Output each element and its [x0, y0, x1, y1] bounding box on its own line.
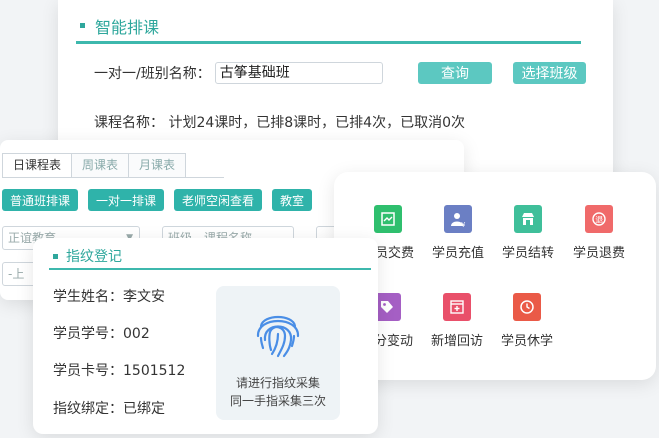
student-transfer-action[interactable]: 学员结转	[492, 205, 564, 261]
student-id-value: 002	[123, 326, 150, 342]
fingerprint-hint-line1: 请进行指纹采集	[235, 376, 320, 390]
one-on-one-schedule-button[interactable]: 一对一排课	[88, 189, 165, 211]
class-name-label: 一对一/班别名称：	[94, 66, 211, 82]
teacher-free-time-button[interactable]: 老师空闲查看	[174, 189, 263, 211]
fingerprint-binding-label: 指纹绑定：	[53, 401, 123, 417]
fingerprint-registration-card: 指纹登记 学生姓名：李文安 学员学号：002 学员卡号：1501512 指纹绑定…	[33, 238, 378, 434]
tab-monthly[interactable]: 月课表	[128, 153, 187, 177]
recharge-icon: ¥	[444, 205, 472, 233]
query-button[interactable]: 查询	[418, 62, 492, 84]
smart-schedule-header: 智能排课	[76, 10, 581, 44]
suspend-icon	[513, 293, 541, 321]
svg-text:退: 退	[595, 215, 603, 224]
student-card-value: 1501512	[123, 363, 186, 379]
tab-daily[interactable]: 日课程表	[2, 153, 73, 177]
student-actions-card: 学员交费 ¥ 学员充值 学员结转 退 学员退费 积分变动 新增回访 学员休学	[334, 172, 656, 380]
fingerprint-icon	[256, 315, 300, 358]
student-recharge-label: 学员充值	[431, 246, 484, 261]
student-card-label: 学员卡号：	[53, 363, 123, 379]
smart-schedule-title: 智能排课	[95, 17, 160, 37]
student-id-field: 学员学号：002	[53, 323, 150, 343]
regular-class-schedule-button[interactable]: 普通班排课	[2, 189, 79, 211]
add-revisit-action[interactable]: 新增回访	[421, 293, 493, 349]
student-name-label: 学生姓名：	[53, 289, 123, 305]
class-name-input[interactable]: 古筝基础班	[214, 62, 383, 84]
fingerprint-binding-value: 已绑定	[123, 401, 165, 417]
student-id-label: 学员学号：	[53, 326, 123, 342]
svg-text:¥: ¥	[461, 221, 466, 227]
prev-button-label: -上	[8, 267, 25, 281]
student-name-value: 李文安	[123, 289, 165, 305]
student-suspend-action[interactable]: 学员休学	[491, 293, 563, 349]
student-transfer-label: 学员结转	[501, 246, 554, 261]
tab-weekly[interactable]: 周课表	[71, 153, 130, 177]
revisit-icon	[443, 293, 471, 321]
schedule-tabs: 日课程表 周课表 月课表	[2, 153, 224, 178]
fingerprint-title: 指纹登记	[66, 249, 122, 265]
fingerprint-scan-pad[interactable]: 请进行指纹采集 同一手指采集三次	[216, 286, 340, 420]
fingerprint-hint-line2: 同一手指采集三次	[229, 394, 326, 408]
header-bullet-icon	[53, 253, 58, 259]
student-refund-label: 学员退费	[572, 246, 625, 261]
transfer-icon	[514, 205, 542, 233]
student-suspend-label: 学员休学	[500, 334, 553, 349]
student-recharge-action[interactable]: ¥ 学员充值	[422, 205, 494, 261]
student-card-field: 学员卡号：1501512	[53, 360, 185, 380]
payment-icon	[374, 205, 402, 233]
schedule-button-bar: 普通班排课 一对一排课 老师空闲查看 教室	[2, 189, 322, 211]
class-name-row: 一对一/班别名称： 古筝基础班	[94, 62, 383, 84]
student-name-field: 学生姓名：李文安	[53, 286, 165, 306]
add-revisit-label: 新增回访	[430, 334, 483, 349]
fingerprint-header: 指纹登记	[49, 244, 371, 270]
refund-icon: 退	[585, 205, 613, 233]
classroom-button[interactable]: 教室	[272, 189, 313, 211]
header-bullet-icon	[80, 23, 85, 28]
fingerprint-hint: 请进行指纹采集 同一手指采集三次	[216, 374, 340, 410]
choose-class-button[interactable]: 选择班级	[513, 62, 586, 84]
fingerprint-binding-field: 指纹绑定：已绑定	[53, 398, 165, 418]
student-refund-action[interactable]: 退 学员退费	[563, 205, 635, 261]
course-info: 课程名称： 计划24课时，已排8课时，已排4次，已取消0次	[94, 115, 465, 131]
